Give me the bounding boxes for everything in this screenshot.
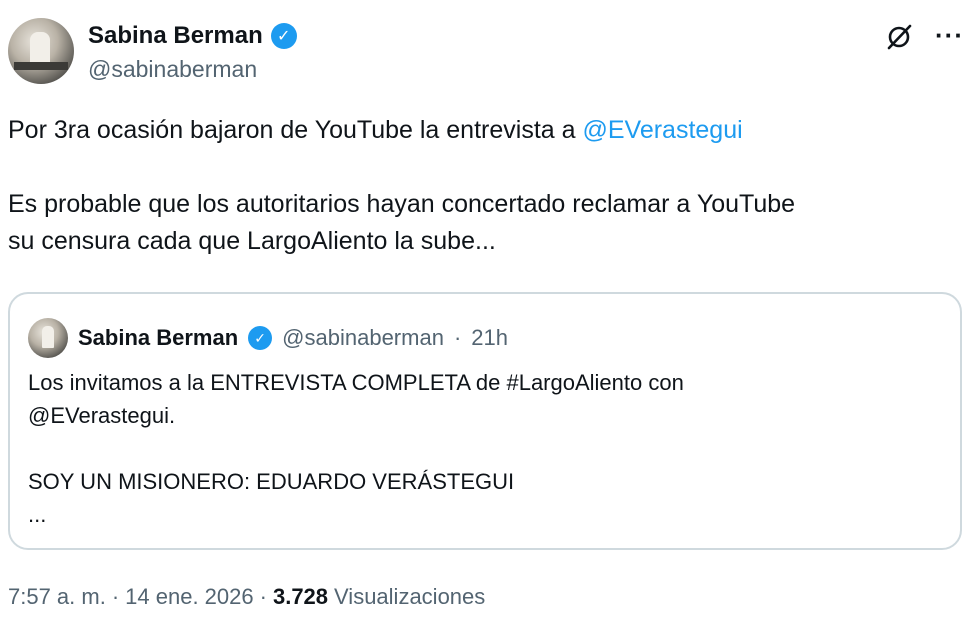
meta-separator: · bbox=[111, 584, 120, 609]
quoted-line-2: @EVerastegui. bbox=[28, 403, 176, 428]
quoted-tweet-body: Los invitamos a la ENTREVISTA COMPLETA d… bbox=[28, 366, 928, 531]
quoted-verified-badge-icon: ✓ bbox=[248, 326, 273, 350]
tweet-line-3: su censura cada que LargoAliento la sube… bbox=[8, 227, 496, 255]
quoted-line-3: SOY UN MISIONERO: EDUARDO VERÁSTEGUI bbox=[28, 469, 515, 494]
quoted-avatar bbox=[28, 318, 68, 358]
tweet-text: Por 3ra ocasión bajaron de YouTube la en… bbox=[8, 112, 958, 260]
tweet-line-1-text: Por 3ra ocasión bajaron de YouTube la en… bbox=[8, 116, 583, 144]
author-handle[interactable]: @sabinaberman bbox=[88, 56, 257, 83]
quoted-separator: · bbox=[453, 325, 462, 350]
tweet-line-1: Por 3ra ocasión bajaron de YouTube la en… bbox=[8, 112, 958, 149]
post-time[interactable]: 7:57 a. m. bbox=[8, 584, 106, 610]
quoted-tweet-header: Sabina Berman ✓ @sabinaberman · 21h bbox=[28, 318, 508, 358]
quoted-timestamp: 21h bbox=[471, 325, 508, 350]
quoted-line-4: ... bbox=[28, 502, 47, 527]
quoted-author-handle: @sabinaberman bbox=[282, 325, 444, 350]
mention-link[interactable]: @EVerastegui bbox=[582, 116, 742, 144]
verified-badge-icon[interactable]: ✓ bbox=[270, 23, 297, 49]
post-date[interactable]: 14 ene. 2026 bbox=[125, 584, 253, 610]
tweet-metadata: 7:57 a. m. · 14 ene. 2026 · 3.728 Visual… bbox=[8, 584, 485, 610]
grok-slash-icon[interactable] bbox=[884, 22, 914, 52]
author-name-row: Sabina Berman ✓ bbox=[88, 22, 297, 50]
tweet-header: Sabina Berman ✓ @sabinaberman ··· bbox=[8, 18, 972, 88]
meta-separator: · bbox=[259, 584, 267, 609]
views-count: 3.728 bbox=[272, 584, 329, 609]
more-options-icon[interactable]: ··· bbox=[935, 22, 964, 48]
views-label: Visualizaciones bbox=[334, 584, 486, 609]
avatar[interactable] bbox=[8, 18, 74, 84]
quoted-tweet[interactable]: Sabina Berman ✓ @sabinaberman · 21h Los … bbox=[8, 292, 962, 550]
author-name[interactable]: Sabina Berman bbox=[88, 22, 263, 50]
avatar-desk bbox=[14, 62, 68, 70]
quoted-line-1: Los invitamos a la ENTREVISTA COMPLETA d… bbox=[28, 370, 684, 395]
quoted-author-name: Sabina Berman bbox=[78, 325, 239, 350]
tweet-line-2: Es probable que los autoritarios hayan c… bbox=[8, 190, 796, 218]
